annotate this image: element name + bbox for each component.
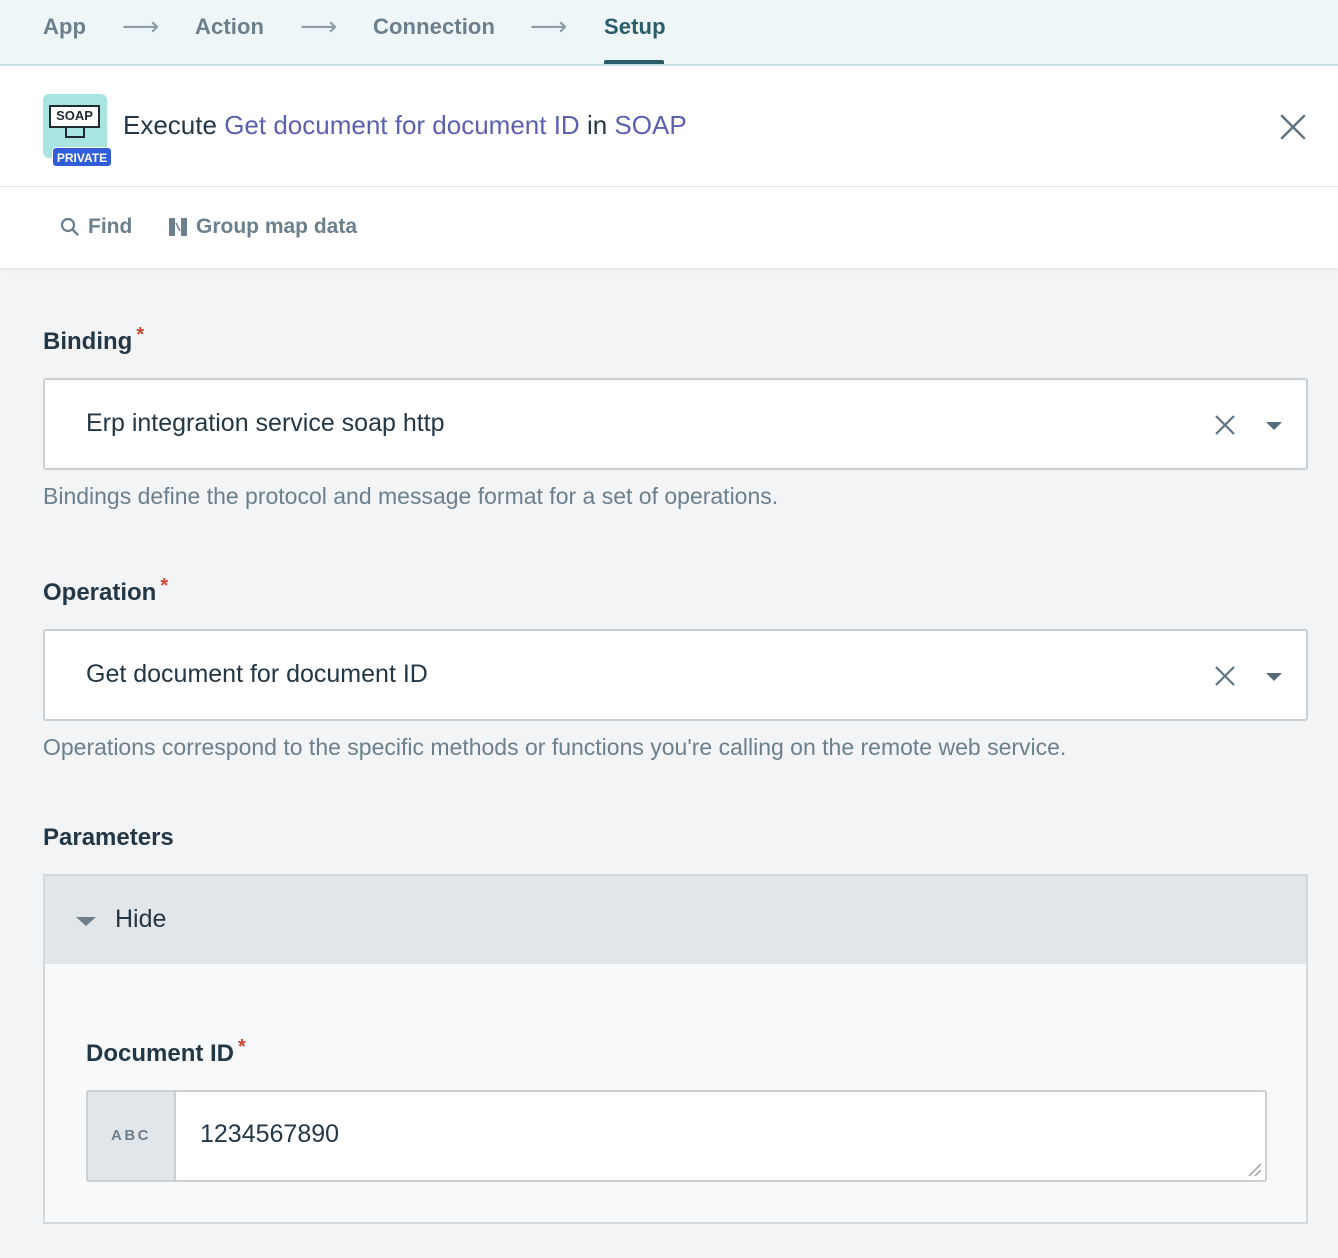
- step-connection[interactable]: Connection: [373, 14, 495, 40]
- arrow-right-icon: ⟶: [530, 12, 568, 42]
- group-map-label: Group map data: [196, 215, 358, 238]
- parameters-toggle[interactable]: Hide: [45, 876, 1306, 964]
- operation-help-text: Operations correspond to the specific me…: [43, 734, 1067, 760]
- toolbar: Find Group map data: [0, 187, 1338, 268]
- title-middle: in: [586, 110, 608, 140]
- group-map-data-button[interactable]: Group map data: [168, 215, 357, 239]
- find-button[interactable]: Find: [60, 215, 132, 239]
- wizard-steps: App ⟶ Action ⟶ Connection ⟶ Setup: [0, 0, 1338, 66]
- binding-value: Erp integration service soap http: [86, 409, 445, 437]
- step-setup[interactable]: Setup: [604, 14, 666, 40]
- private-badge: PRIVATE: [52, 147, 112, 167]
- binding-select[interactable]: Erp integration service soap http: [43, 378, 1308, 470]
- arrow-right-icon: ⟶: [122, 12, 160, 42]
- clear-icon: [1215, 415, 1235, 435]
- clear-icon: [1215, 666, 1235, 686]
- active-step-indicator: [604, 60, 664, 64]
- hide-toggle-label: Hide: [115, 905, 167, 933]
- binding-help-text: Bindings define the protocol and message…: [43, 483, 779, 509]
- step-action[interactable]: Action: [195, 14, 264, 40]
- search-icon: [60, 217, 79, 236]
- page-title: Execute Get document for document ID in …: [123, 110, 687, 141]
- operation-select[interactable]: Get document for document ID: [43, 629, 1308, 721]
- step-app[interactable]: App: [43, 14, 86, 40]
- clear-binding-button[interactable]: [1213, 413, 1237, 437]
- clear-operation-button[interactable]: [1213, 664, 1237, 688]
- chevron-down-icon[interactable]: [1266, 673, 1282, 681]
- required-indicator: *: [238, 1036, 246, 1058]
- close-button[interactable]: [1278, 112, 1308, 142]
- binding-label-text: Binding: [43, 328, 133, 355]
- required-indicator: *: [160, 575, 169, 597]
- soap-icon-label: SOAP: [49, 105, 100, 128]
- document-id-value[interactable]: 1234567890: [200, 1120, 339, 1149]
- text-type-badge: ABC: [88, 1092, 176, 1180]
- action-name-link[interactable]: Get document for document ID: [224, 110, 580, 140]
- operation-label-text: Operation: [43, 579, 157, 606]
- parameters-panel: Hide Document ID * ABC 1234567890: [43, 874, 1308, 1224]
- resize-handle-icon[interactable]: [1247, 1162, 1263, 1178]
- caret-down-icon: [76, 917, 96, 926]
- binding-label: Binding *: [43, 324, 144, 356]
- app-name-link[interactable]: SOAP: [614, 110, 686, 140]
- document-id-label-text: Document ID: [86, 1040, 235, 1067]
- find-label: Find: [88, 215, 133, 238]
- plug-icon: [65, 128, 85, 138]
- title-prefix: Execute: [123, 110, 217, 140]
- group-map-icon: [169, 218, 187, 236]
- parameters-label: Parameters: [43, 824, 174, 851]
- close-icon: [1280, 114, 1306, 140]
- operation-label: Operation *: [43, 575, 168, 607]
- required-indicator: *: [136, 324, 145, 346]
- document-id-input[interactable]: ABC 1234567890: [86, 1090, 1267, 1182]
- document-id-label: Document ID *: [86, 1036, 246, 1068]
- arrow-right-icon: ⟶: [300, 12, 338, 42]
- operation-value: Get document for document ID: [86, 660, 428, 688]
- chevron-down-icon[interactable]: [1266, 422, 1282, 430]
- action-header: SOAP PRIVATE Execute Get document for do…: [0, 66, 1338, 187]
